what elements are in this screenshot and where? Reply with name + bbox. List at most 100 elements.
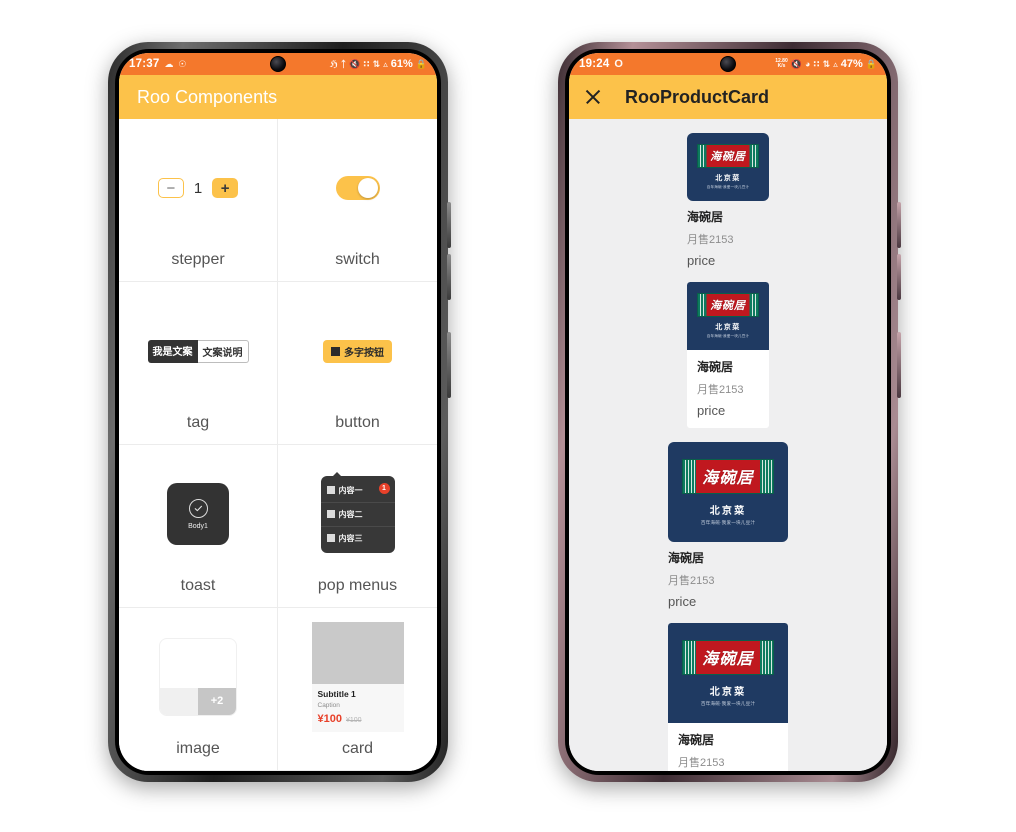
pop-menu-item-label: 内容二 xyxy=(338,509,363,519)
right-status-bar: 19:24 O 12.80 K/s 🔇 ◕ ∷ ⇅ ▵ 47% 🔒 xyxy=(569,53,887,75)
page-title: RooProductCard xyxy=(625,86,769,107)
image-component[interactable]: +2 xyxy=(159,638,237,716)
front-camera-punch-hole xyxy=(270,56,286,72)
left-status-bar-right: ℌ ᛏ 🔇 ∷ ⇅ ▵ 61% 🔒 xyxy=(330,58,427,70)
product-tagline: 百年海碗·我爱一块儿豆汁 xyxy=(706,334,750,338)
card-price: ¥100 xyxy=(317,713,342,725)
product-card-list[interactable]: 海碗居 北京菜 百年海碗·我爱一块儿豆汁 海碗居 月售2153 price 海碗… xyxy=(569,119,887,771)
toggle-switch[interactable] xyxy=(335,176,380,200)
product-thumbnail: 海碗居 北京菜 百年海碗·我爱一块儿豆汁 xyxy=(687,133,769,201)
grid-cell-stepper[interactable]: − 1 + stepper xyxy=(119,119,278,282)
product-tagline: 百年海碗·我爱一块儿豆汁 xyxy=(700,519,756,525)
status-time: 19:24 xyxy=(579,58,610,70)
card-thumbnail xyxy=(311,622,404,684)
product-price: price xyxy=(687,253,716,268)
pop-menu-item[interactable]: 内容三 xyxy=(321,527,395,550)
switch-knob xyxy=(357,178,378,198)
left-status-bar: 17:37 ☁ ☉ ℌ ᛏ 🔇 ∷ ⇅ ▵ 61% 🔒 xyxy=(119,53,437,75)
data-speed-unit: K/s xyxy=(777,63,786,69)
grid-cell-switch[interactable]: switch xyxy=(278,119,437,282)
tag-outlined[interactable]: 文案说明 xyxy=(197,339,249,363)
sign-text: 海碗居 xyxy=(710,150,746,163)
switch-demo xyxy=(282,125,433,251)
tag-demo: 我是文案 文案说明 xyxy=(123,288,273,414)
product-name: 海碗居 xyxy=(678,733,715,747)
vpn-icon: ℌ xyxy=(329,58,338,69)
product-card[interactable]: 海碗居 北京菜 百年海碗·我爱一块儿豆汁 海碗居 月售2153 price xyxy=(687,133,769,268)
product-card[interactable]: 海碗居 北京菜 百年海碗·我爱一块儿豆汁 海碗居 月售2153 price xyxy=(668,623,788,771)
right-phone-volume-down-button[interactable] xyxy=(897,254,901,300)
card-component[interactable]: Subtitle 1 Caption ¥100 ¥100 xyxy=(311,622,404,732)
left-phone-volume-down-button[interactable] xyxy=(447,254,451,300)
right-phone-screen: 19:24 O 12.80 K/s 🔇 ◕ ∷ ⇅ ▵ 47% 🔒 RooPro… xyxy=(569,53,887,771)
product-sales: 月售2153 xyxy=(668,575,715,587)
square-icon xyxy=(331,346,340,356)
left-phone-bezel: 17:37 ☁ ☉ ℌ ᛏ 🔇 ∷ ⇅ ▵ 61% 🔒 Roo Componen… xyxy=(115,49,441,775)
image-overlay-count: +2 xyxy=(198,687,236,715)
card-demo: Subtitle 1 Caption ¥100 ¥100 xyxy=(282,614,433,740)
grid-cell-button[interactable]: 多字按钮 button xyxy=(278,282,437,445)
multi-char-button-label: 多字按钮 xyxy=(344,347,384,359)
product-tagline: 百年海碗·我爱一块儿豆汁 xyxy=(706,185,750,189)
tag-filled[interactable]: 我是文案 xyxy=(147,339,198,363)
card-old-price: ¥100 xyxy=(345,717,362,724)
grid-cell-card[interactable]: Subtitle 1 Caption ¥100 ¥100 card xyxy=(278,608,437,771)
grid-cell-tag[interactable]: 我是文案 文案说明 tag xyxy=(119,282,278,445)
product-thumbnail: 海碗居 北京菜 百年海碗·我爱一块儿豆汁 xyxy=(687,282,769,350)
check-circle-icon xyxy=(188,498,208,518)
product-price: price xyxy=(697,403,726,418)
cell-label-pop-menus: pop menus xyxy=(317,577,398,594)
battery-percent: 61% xyxy=(390,58,413,70)
cell-label-image: image xyxy=(176,740,220,757)
left-phone-power-button[interactable] xyxy=(447,332,451,398)
stepper-minus-button[interactable]: − xyxy=(157,178,184,198)
grid-cell-pop-menus[interactable]: 内容一 1 内容二 内容三 pop menus xyxy=(278,445,437,608)
pop-menu-demo: 内容一 1 内容二 内容三 xyxy=(282,451,433,577)
product-info: 海碗居 月售2153 price xyxy=(668,723,788,771)
card-prices: ¥100 ¥100 xyxy=(318,713,398,725)
image-block-light xyxy=(160,687,198,715)
weather-icon: ☁ xyxy=(164,58,174,69)
cell-label-button: button xyxy=(335,414,380,431)
quantity-stepper[interactable]: − 1 + xyxy=(157,178,239,198)
right-status-bar-left: 19:24 O xyxy=(579,58,623,70)
grid-cell-image[interactable]: +2 image xyxy=(119,608,278,771)
image-demo: +2 xyxy=(123,614,273,740)
product-card[interactable]: 海碗居 北京菜 百年海碗·我爱一块儿豆汁 海碗居 月售2153 price xyxy=(668,442,788,609)
mute-icon: 🔇 xyxy=(349,58,361,69)
4g-icon: ⇅ xyxy=(822,58,831,69)
product-info: 海碗居 月售2153 price xyxy=(668,542,788,609)
sign-arc-right xyxy=(749,145,758,167)
restaurant-sign-icon: 海碗居 xyxy=(682,458,774,494)
pop-menu[interactable]: 内容一 1 内容二 内容三 xyxy=(320,471,395,553)
card-subtitle: Subtitle 1 xyxy=(317,689,356,699)
right-phone-power-button[interactable] xyxy=(897,332,901,398)
sign-arc-right xyxy=(760,459,773,493)
right-phone-volume-up-button[interactable] xyxy=(897,202,901,248)
sign-text: 海碗居 xyxy=(702,468,754,487)
left-app-bar: Roo Components xyxy=(119,75,437,119)
left-status-bar-left: 17:37 ☁ ☉ xyxy=(129,58,187,70)
product-tagline: 百年海碗·我爱一块儿豆汁 xyxy=(700,700,756,706)
toast-text: Body1 xyxy=(188,522,208,530)
stepper-plus-button[interactable]: + xyxy=(212,178,239,198)
battery-lock-icon: 🔒 xyxy=(415,58,427,69)
multi-char-button[interactable]: 多字按钮 xyxy=(323,339,392,363)
pop-menu-item[interactable]: 内容二 xyxy=(320,503,395,527)
close-icon[interactable] xyxy=(583,87,603,107)
left-phone-device: 17:37 ☁ ☉ ℌ ᛏ 🔇 ∷ ⇅ ▵ 61% 🔒 Roo Componen… xyxy=(108,42,451,782)
sign-arc-left xyxy=(698,145,707,167)
sign-text: 海碗居 xyxy=(702,649,754,668)
product-cuisine: 北京菜 xyxy=(709,686,747,698)
sign-text: 海碗居 xyxy=(710,299,746,312)
left-phone-volume-up-button[interactable] xyxy=(447,202,451,248)
sign-arc-left xyxy=(683,459,696,493)
tag-group: 我是文案 文案说明 xyxy=(147,339,249,363)
product-card[interactable]: 海碗居 北京菜 百年海碗·我爱一块儿豆汁 海碗居 月售2153 price xyxy=(687,282,769,428)
product-price: price xyxy=(668,594,697,609)
front-camera-punch-hole xyxy=(720,56,736,72)
app-badge-icon: ☉ xyxy=(178,58,187,69)
pop-menu-item[interactable]: 内容一 1 xyxy=(320,479,395,503)
grid-cell-toast[interactable]: Body1 toast xyxy=(119,445,278,608)
status-badge: 1 xyxy=(378,482,390,494)
